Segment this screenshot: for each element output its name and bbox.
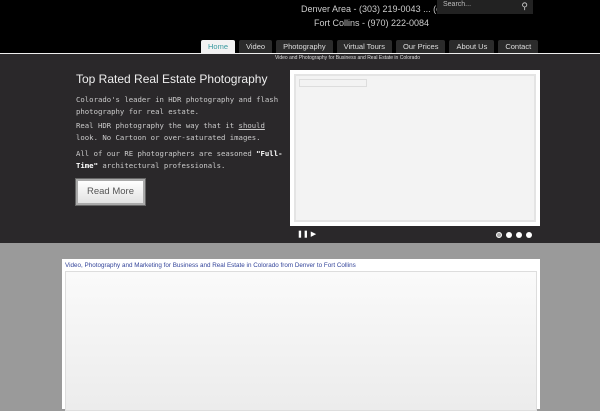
tab-photography[interactable]: Photography	[276, 40, 333, 53]
tab-our-prices[interactable]: Our Prices	[396, 40, 446, 53]
slider-controls: ❚❚ ▶	[297, 230, 316, 238]
slide-thumbnail	[299, 79, 367, 87]
hero-title: Top Rated Real Estate Photography	[76, 72, 268, 86]
search-placeholder: Search...	[443, 1, 472, 8]
hero-section: Video and Photography for Business and R…	[0, 54, 600, 243]
slide	[294, 74, 536, 222]
tab-about-us[interactable]: About Us	[449, 40, 495, 53]
hero-paragraph-2: Real HDR photography the way that it sho…	[76, 120, 286, 144]
hero-paragraph-1: Colorado's leader in HDR photography and…	[76, 95, 279, 116]
slider-pagination	[496, 232, 532, 238]
phone-denver: Denver Area - (303) 219-0043 ... (or)	[301, 4, 448, 14]
hero-paragraph-3: All of our RE photographers are seasoned…	[76, 148, 286, 172]
top-bar: Denver Area - (303) 219-0043 ... (or) Fo…	[0, 0, 600, 54]
image-slider[interactable]	[290, 70, 540, 226]
slide-dot[interactable]	[516, 232, 522, 238]
phone-fort-collins: Fort Collins - (970) 222-0084	[314, 18, 430, 28]
content-caption[interactable]: Video, Photography and Marketing for Bus…	[65, 262, 537, 269]
tab-video[interactable]: Video	[239, 40, 273, 53]
tab-contact[interactable]: Contact	[498, 40, 539, 53]
search-input[interactable]: Search... ⚲	[437, 0, 533, 14]
tab-home[interactable]: Home	[201, 40, 236, 53]
content-frame	[65, 271, 537, 411]
tagline: Video and Photography for Business and R…	[275, 55, 421, 61]
main-nav: Home Video Photography Virtual Tours Our…	[201, 40, 539, 53]
text: architectural professionals.	[97, 161, 226, 170]
pause-icon[interactable]: ❚❚	[297, 231, 309, 238]
slide-dot[interactable]	[526, 232, 532, 238]
emphasis: should	[238, 121, 265, 130]
text: look. No Cartoon or over-saturated image…	[76, 133, 261, 142]
search-icon[interactable]: ⚲	[521, 1, 528, 12]
tab-virtual-tours[interactable]: Virtual Tours	[336, 40, 393, 53]
slide-dot[interactable]	[506, 232, 512, 238]
play-icon[interactable]: ▶	[311, 231, 316, 238]
slide-dot[interactable]	[496, 232, 502, 238]
read-more-button[interactable]: Read More	[75, 178, 146, 206]
content-box: Video, Photography and Marketing for Bus…	[62, 259, 540, 411]
text: All of our RE photographers are seasoned	[76, 149, 257, 158]
text: Real HDR photography the way that it	[76, 121, 239, 130]
